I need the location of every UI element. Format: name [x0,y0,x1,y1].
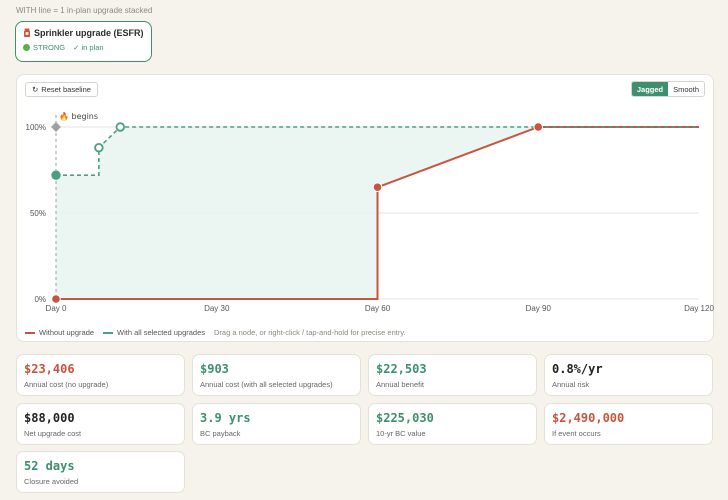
node-without-upgrade[interactable] [51,294,61,304]
stat-value: $2,490,000 [552,411,625,425]
stat-card: $22,503 Annual benefit [368,354,537,396]
toggle-smooth[interactable]: Smooth [668,82,704,96]
stat-label: Closure avoided [24,477,79,486]
baseline-handle-icon[interactable] [51,122,61,132]
stat-label: BC payback [200,429,241,438]
stat-value: 0.8%/yr [552,362,603,376]
stat-value: $23,406 [24,362,75,376]
reset-baseline-button[interactable]: ↻ Reset baseline [25,82,98,97]
upgrade-title: Sprinkler upgrade (ESFR) [34,28,144,38]
stat-label: Net upgrade cost [24,429,82,438]
line-chart[interactable]: 0% 50% 100% Day 0 Day 30 Day 60 Day 90 Day 120 🔥… [17,75,715,343]
stat-card: 0.8%/yr Annual risk [544,354,713,396]
stat-value: $903 [200,362,229,376]
curve-style-toggle: Jagged Smooth [630,81,705,97]
stat-value: $22,503 [376,362,427,376]
node-with-upgrades[interactable] [51,170,61,180]
node-with-upgrades[interactable] [94,142,104,153]
stat-label: Annual benefit [376,380,424,389]
reset-baseline-label: Reset baseline [41,85,91,94]
chart-hint: Drag a node, or right-click / tap-and-ho… [214,328,406,337]
stat-value: $88,000 [24,411,75,425]
y-tick-label: 100% [26,123,46,132]
y-tick-label: 50% [30,209,46,218]
in-plan-badge: ✓ in plan [73,43,104,52]
legend-without: Without upgrade [25,328,94,337]
strength-badge: STRONG [23,43,65,52]
stat-label: Annual cost (with all selected upgrades) [200,380,333,389]
upgrade-card[interactable]: Sprinkler upgrade (ESFR) STRONG ✓ in pla… [15,21,152,62]
x-tick-label: Day 30 [204,304,230,313]
stat-label: 10-yr BC value [376,429,426,438]
summary-note: WITH line = 1 in-plan upgrade stacked [16,6,153,15]
stat-card: $903 Annual cost (with all selected upgra… [192,354,361,396]
stat-card: $225,030 10-yr BC value [368,403,537,445]
stat-label: Annual cost (no upgrade) [24,380,109,389]
node-without-upgrade[interactable] [533,122,544,132]
x-tick-label: Day 0 [46,304,67,313]
y-tick-label: 0% [34,295,46,304]
stat-card: $2,490,000 If event occurs [544,403,713,445]
stat-card: 52 days Closure avoided [16,451,185,493]
event-annotation: 🔥 begins [59,111,98,121]
stat-label: If event occurs [552,429,601,438]
stat-card: $23,406 Annual cost (no upgrade) [16,354,185,396]
node-with-upgrades[interactable] [115,122,125,132]
x-tick-label: Day 90 [526,304,552,313]
x-tick-label: Day 120 [684,304,714,313]
stat-card: $88,000 Net upgrade cost [16,403,185,445]
upgrade-title-row: Sprinkler upgrade (ESFR) [23,28,144,38]
x-tick-label: Day 60 [365,304,391,313]
hydrant-icon [24,28,30,37]
stat-label: Annual risk [552,380,590,389]
chart-legend: Without upgrade With all selected upgrad… [25,328,406,337]
stat-card: 3.9 yrs BC payback [192,403,361,445]
chart-panel: 0% 50% 100% Day 0 Day 30 Day 60 Day 90 Day 120 🔥… [16,74,714,342]
reset-icon: ↻ [32,85,39,94]
toggle-jagged[interactable]: Jagged [631,82,669,96]
node-without-upgrade[interactable] [372,182,383,192]
stat-value: $225,030 [376,411,434,425]
legend-with: With all selected upgrades [103,328,205,337]
stat-value: 52 days [24,459,75,473]
stat-value: 3.9 yrs [200,411,251,425]
strength-label: STRONG [33,43,66,52]
status-dot-icon [23,44,30,51]
